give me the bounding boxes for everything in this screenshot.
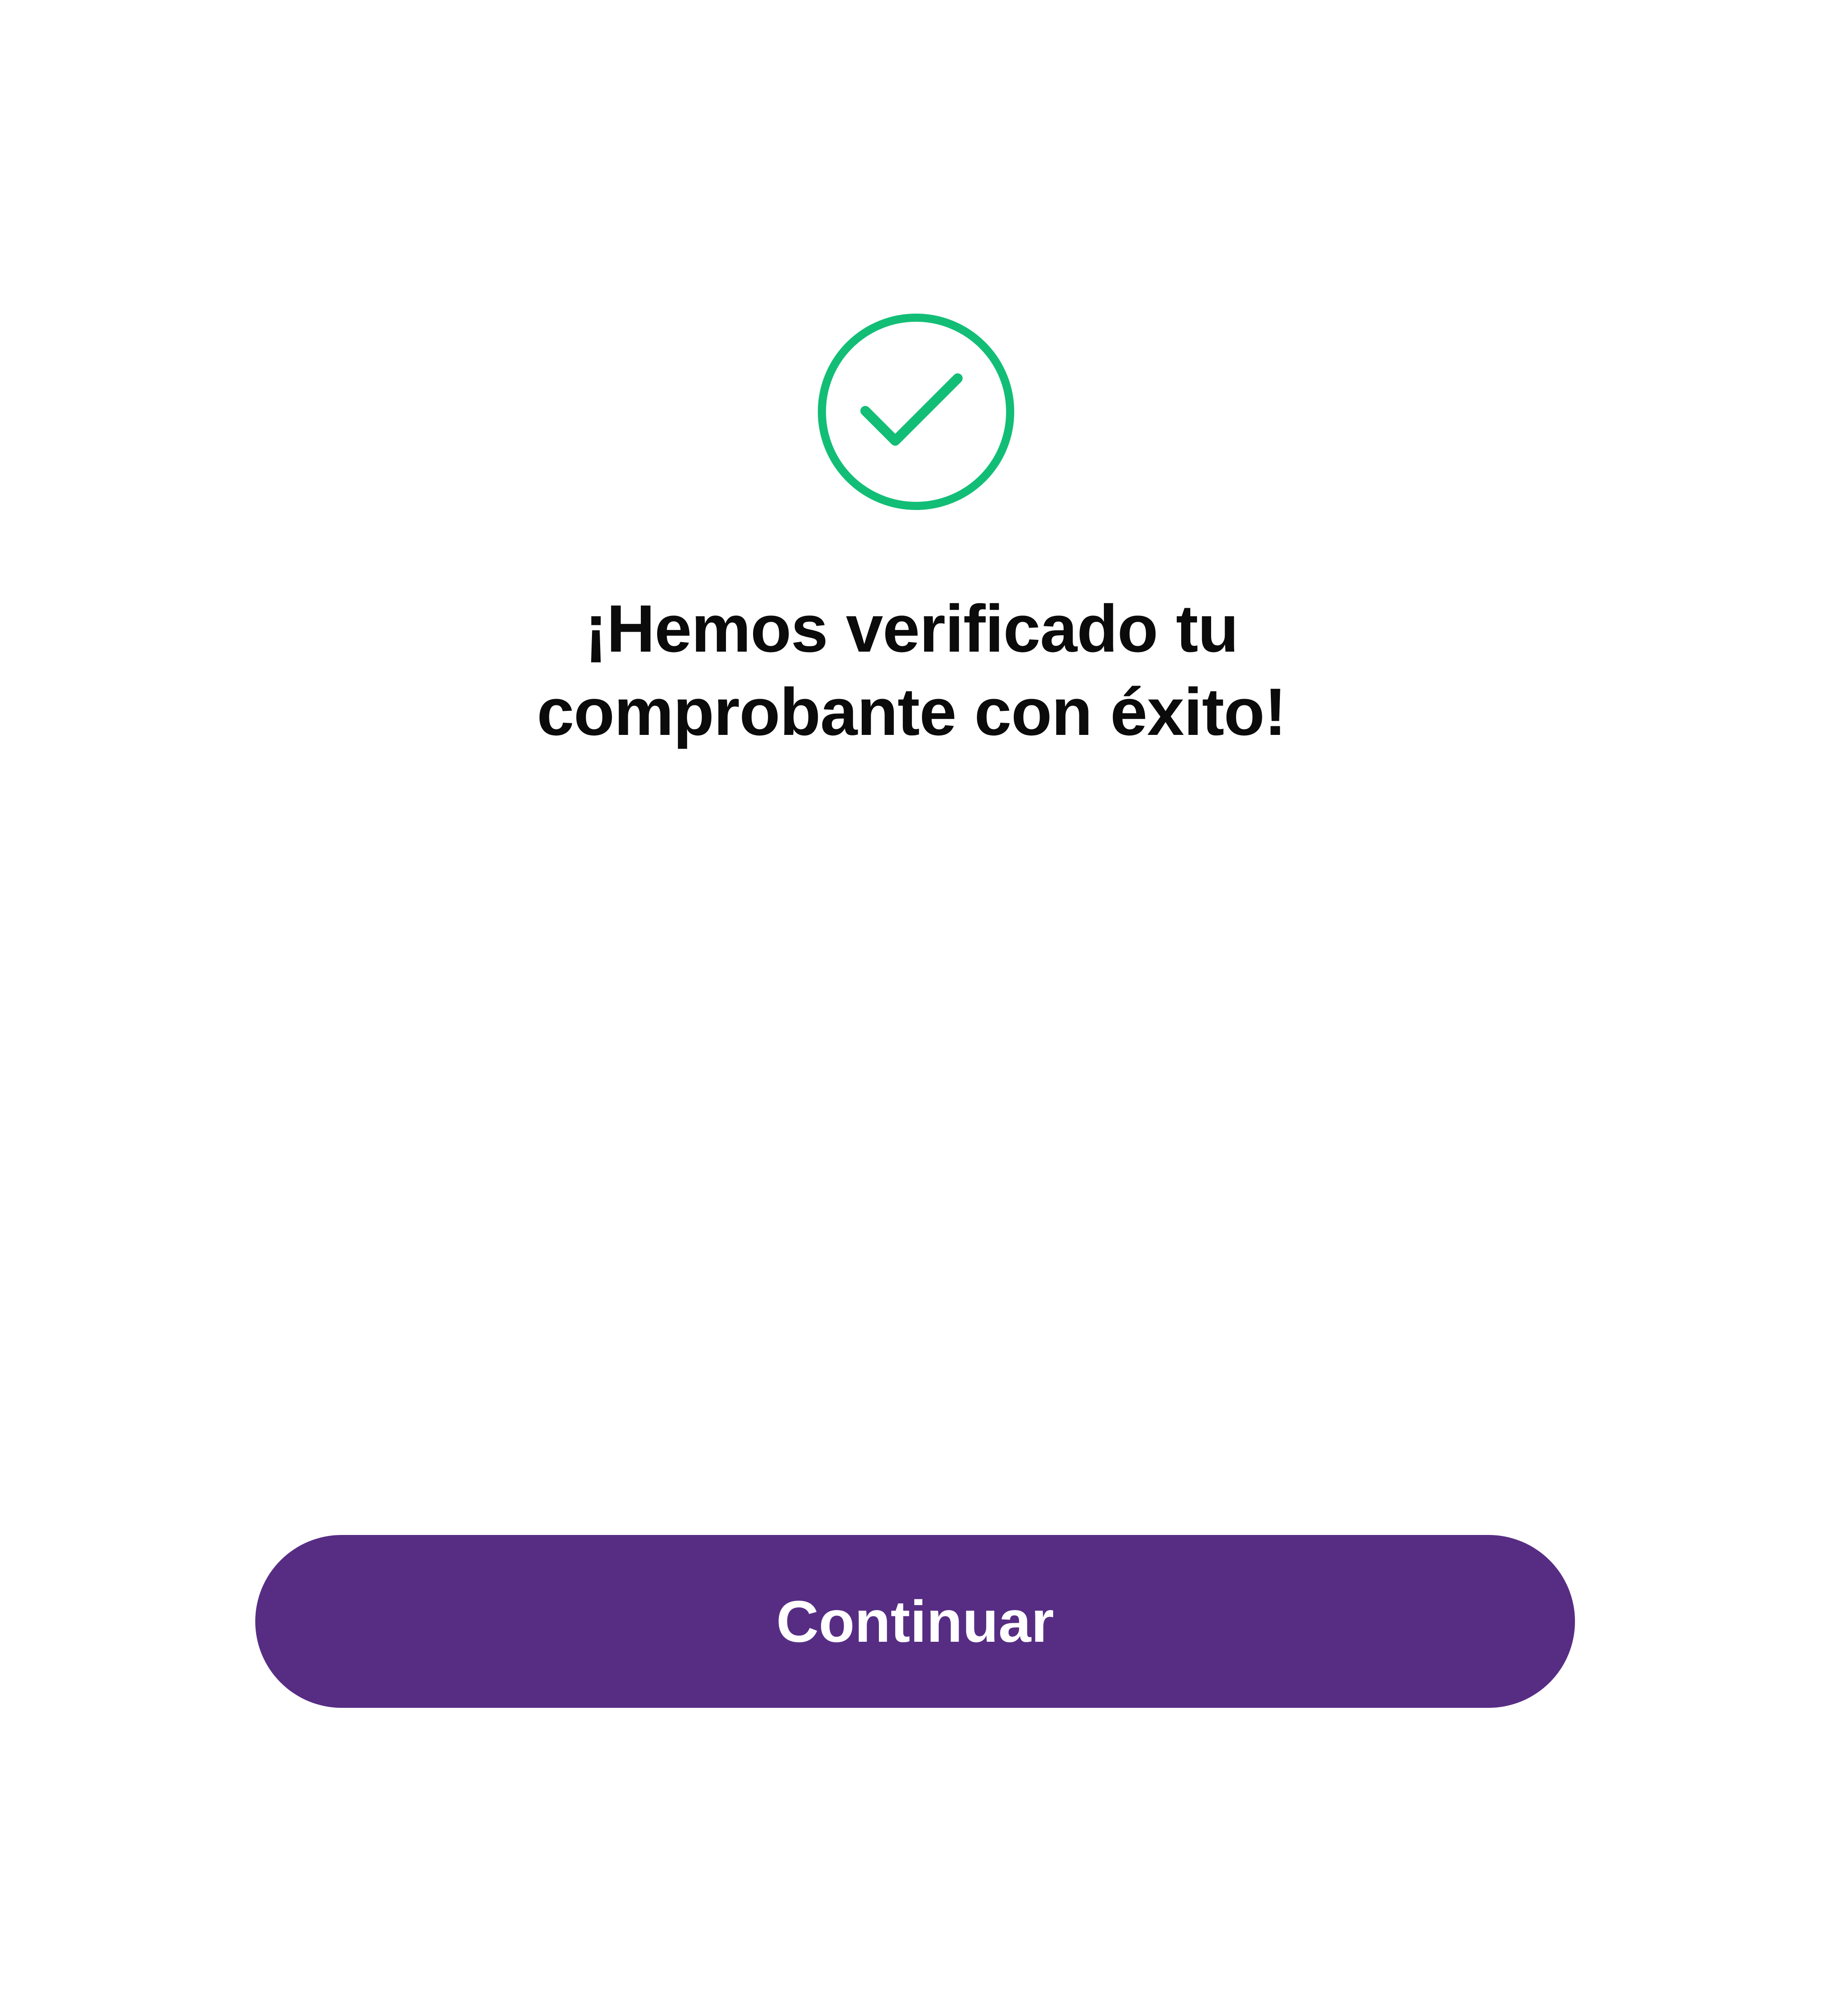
check-circle-icon — [816, 312, 1016, 511]
continue-button[interactable]: Continuar — [255, 1535, 1575, 1708]
success-title-line-2: comprobante con éxito! — [537, 675, 1287, 749]
success-title: ¡Hemos verificado tu comprobante con éxi… — [233, 587, 1590, 754]
verification-success-screen: ¡Hemos verificado tu comprobante con éxi… — [0, 0, 1823, 2016]
success-title-line-1: ¡Hemos verificado tu — [585, 591, 1239, 666]
